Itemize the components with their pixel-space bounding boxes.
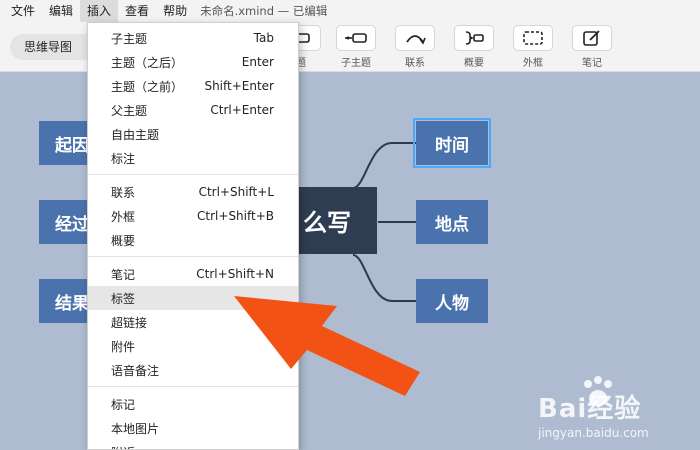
watermark-url: jingyan.baidu.com [538,426,649,440]
baidu-watermark: Bai经验 jingyan.baidu.com [538,374,688,444]
watermark-brand: Bai经验 [538,394,642,424]
